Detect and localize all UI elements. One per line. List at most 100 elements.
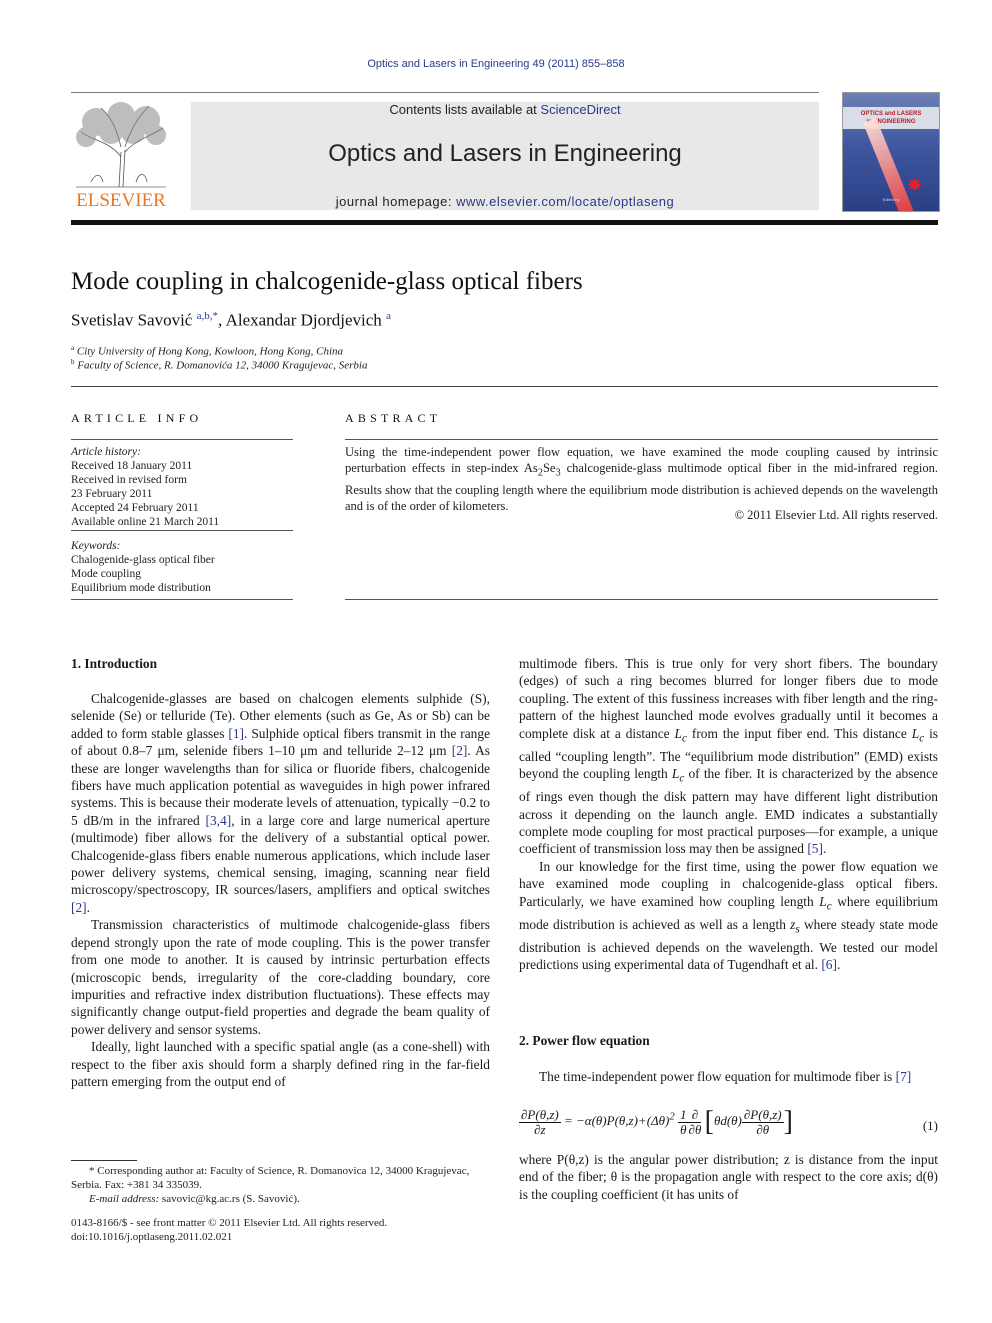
header-thick-rule bbox=[71, 220, 938, 225]
citation-link[interactable]: [5] bbox=[807, 841, 823, 856]
fraction: 1θ bbox=[678, 1106, 689, 1137]
citation-link[interactable]: [6] bbox=[821, 957, 837, 972]
keyword-item: Chalogenide-glass optical fiber bbox=[71, 554, 215, 566]
fraction: ∂P(θ,z) ∂z bbox=[519, 1106, 561, 1137]
citation-link[interactable]: [2] bbox=[71, 900, 87, 915]
body-column-right: multimode fibers. This is true only for … bbox=[519, 655, 938, 974]
sciencedirect-link[interactable]: ScienceDirect bbox=[540, 102, 620, 117]
affiliation-text: City University of Hong Kong, Kowloon, H… bbox=[76, 345, 344, 358]
affiliation-key: a bbox=[71, 344, 75, 352]
article-history-label: Article history: bbox=[71, 446, 141, 458]
section-heading-introduction: 1. Introduction bbox=[71, 656, 158, 671]
body-column-left: Chalcogenide-glasses are based on chalco… bbox=[71, 690, 490, 1090]
text: from the input fiber end. This distance bbox=[686, 725, 912, 741]
affiliation-key: b bbox=[71, 358, 75, 366]
footnotes: * Corresponding author at: Faculty of Sc… bbox=[71, 1160, 501, 1206]
history-item: Accepted 24 February 2011 bbox=[71, 502, 199, 514]
journal-homepage-line: journal homepage: www.elsevier.com/locat… bbox=[191, 194, 819, 209]
right-bracket: ] bbox=[783, 1106, 793, 1137]
contents-line: Contents lists available at ScienceDirec… bbox=[191, 102, 819, 117]
front-matter: 0143-8166/$ - see front matter © 2011 El… bbox=[71, 1216, 501, 1244]
equation-term: θd(θ) bbox=[713, 1112, 742, 1128]
text: . bbox=[822, 841, 827, 857]
fraction: ∂ ∂θ bbox=[688, 1107, 702, 1137]
equation-term: = −α(θ)P(θ,z)+(Δθ) bbox=[563, 1112, 670, 1128]
doi-line[interactable]: doi:10.1016/j.optlaseng.2011.02.021 bbox=[71, 1230, 501, 1244]
paragraph: Ideally, light launched with a specific … bbox=[71, 1039, 490, 1089]
article-title: Mode coupling in chalcogenide-glass opti… bbox=[71, 268, 583, 295]
text: The time-independent power flow equation… bbox=[539, 1069, 896, 1084]
equation-1: ∂P(θ,z) ∂z = −α(θ)P(θ,z)+(Δθ)2 1 θ ∂ ∂θ [θd(… bbox=[519, 1106, 938, 1146]
cover-title-line1: OPTICS and LASERS bbox=[860, 111, 922, 117]
numerator: ∂ bbox=[688, 1107, 702, 1123]
fraction: ∂P(θ,z) ∂θ bbox=[741, 1106, 784, 1137]
email-label: E-mail address: bbox=[89, 1193, 160, 1205]
text: . bbox=[836, 957, 841, 973]
tree-icon bbox=[76, 102, 166, 188]
author-affiliation-marker[interactable]: a,b,* bbox=[197, 310, 218, 322]
title-divider bbox=[71, 386, 938, 387]
left-bracket: [ bbox=[704, 1106, 714, 1137]
corresponding-author-note: * Corresponding author at: Faculty of Sc… bbox=[71, 1165, 470, 1191]
abstract-divider bbox=[345, 439, 938, 440]
email-address[interactable]: savovic@kg.ac.rs (S. Savović). bbox=[159, 1193, 300, 1205]
cover-editor-line: Edited by bbox=[882, 197, 900, 202]
contents-prefix: Contents lists available at bbox=[389, 102, 541, 117]
header-divider bbox=[71, 92, 819, 93]
abstract-heading: ABSTRACT bbox=[345, 411, 442, 425]
author-list: Svetislav Savović a,b,*, Alexandar Djord… bbox=[71, 310, 391, 330]
history-item: 23 February 2011 bbox=[71, 488, 153, 500]
denominator: ∂θ bbox=[756, 1121, 770, 1137]
author-name[interactable]: Svetislav Savović bbox=[71, 311, 192, 330]
text: . bbox=[86, 899, 90, 915]
journal-title: Optics and Lasers in Engineering bbox=[328, 140, 682, 167]
running-head[interactable]: Optics and Lasers in Engineering 49 (201… bbox=[0, 58, 992, 70]
issn-line: 0143-8166/$ - see front matter © 2011 El… bbox=[71, 1217, 388, 1229]
paragraph: The time-independent power flow equation… bbox=[519, 1068, 938, 1085]
citation-link[interactable]: [3,4] bbox=[206, 813, 232, 828]
paragraph: where P(θ,z) is the angular power distri… bbox=[519, 1152, 938, 1202]
keyword-item: Equilibrium mode distribution bbox=[71, 582, 211, 594]
history-item: Available online 21 March 2011 bbox=[71, 516, 220, 528]
affiliation-b: b Faculty of Science, R. Domanovića 12, … bbox=[71, 358, 367, 372]
keywords: Keywords: Chalogenide-glass optical fibe… bbox=[71, 539, 301, 595]
abstract-divider bbox=[345, 599, 938, 600]
paragraph: Transmission characteristics of multimod… bbox=[71, 917, 490, 1037]
citation-link[interactable]: [1] bbox=[228, 726, 244, 741]
article-info-divider bbox=[71, 599, 293, 600]
history-item: Received 18 January 2011 bbox=[71, 460, 193, 472]
abstract-text-part: Se bbox=[542, 461, 556, 475]
numerator: ∂P(θ,z) bbox=[741, 1106, 784, 1123]
exponent: 2 bbox=[669, 1110, 675, 1123]
paragraph: In our knowledge for the first time, usi… bbox=[519, 858, 938, 974]
paragraph: multimode fibers. This is true only for … bbox=[519, 655, 938, 858]
numerator: ∂P(θ,z) bbox=[519, 1106, 561, 1123]
body-column-right: The time-independent power flow equation… bbox=[519, 1068, 938, 1085]
article-info-divider bbox=[71, 439, 293, 440]
author-affiliation-marker[interactable]: a bbox=[386, 310, 391, 322]
denominator: ∂z bbox=[534, 1121, 546, 1137]
journal-cover-thumbnail[interactable]: OPTICS and LASERS in ENGINEERING ✸ Edite… bbox=[842, 92, 940, 212]
journal-homepage-link[interactable]: www.elsevier.com/locate/optlaseng bbox=[456, 194, 674, 209]
numerator: 1 bbox=[678, 1106, 689, 1123]
math-var: L bbox=[674, 725, 682, 741]
abstract-text: Using the time-independent power flow eq… bbox=[345, 444, 938, 514]
elsevier-logo[interactable]: ELSEVIER bbox=[71, 102, 171, 212]
affiliation-a: a City University of Hong Kong, Kowloon,… bbox=[71, 344, 343, 358]
citation-link[interactable]: [2] bbox=[452, 743, 468, 758]
denominator: ∂θ bbox=[688, 1121, 702, 1137]
affiliation-text: Faculty of Science, R. Domanovića 12, 34… bbox=[77, 359, 368, 372]
body-column-right: where P(θ,z) is the angular power distri… bbox=[519, 1151, 938, 1203]
author-name[interactable]: Alexandar Djordjevich bbox=[226, 311, 382, 330]
article-info-heading: ARTICLE INFO bbox=[71, 411, 203, 425]
elsevier-wordmark: ELSEVIER bbox=[76, 190, 166, 211]
section-heading-power-flow: 2. Power flow equation bbox=[519, 1033, 650, 1048]
history-item: Received in revised form bbox=[71, 474, 187, 486]
article-history: Article history: Received 18 January 201… bbox=[71, 445, 301, 529]
math-var: L bbox=[819, 893, 827, 909]
denominator: θ bbox=[680, 1121, 687, 1137]
equation-body: ∂P(θ,z) ∂z = −α(θ)P(θ,z)+(Δθ)2 1 θ ∂ ∂θ [θd(… bbox=[519, 1106, 793, 1138]
article-info-divider bbox=[71, 530, 293, 531]
paragraph: Chalcogenide-glasses are based on chalco… bbox=[71, 690, 490, 916]
citation-link[interactable]: [7] bbox=[896, 1069, 912, 1084]
